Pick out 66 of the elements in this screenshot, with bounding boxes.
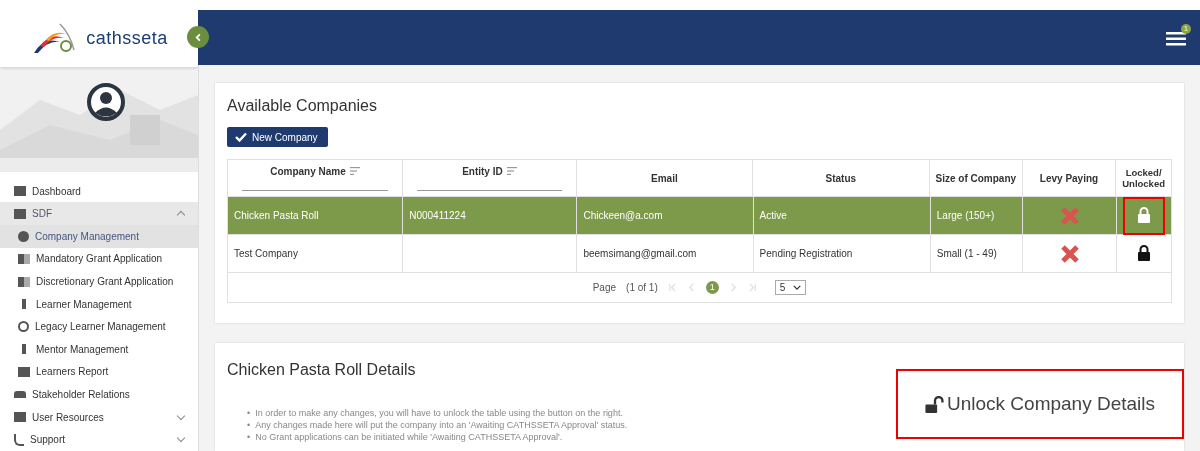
chevron-left-icon <box>193 32 203 42</box>
column-header: Company Name <box>228 160 403 196</box>
note-text: Any changes made here will put the company into an 'Awaiting CATHSSETA Approval' status. <box>255 419 628 431</box>
open-padlock-icon <box>925 395 945 413</box>
padlock-icon[interactable] <box>1137 244 1151 261</box>
menu-icon-glyph <box>18 276 30 287</box>
column-header: Entity ID <box>402 160 577 196</box>
table-row[interactable]: Test Company beemsimang@gmail.com Pending Registration Small (1 - 49) <box>228 235 1171 273</box>
table-cell: beemsimang@gmail.com <box>577 235 754 272</box>
filter-field[interactable] <box>242 188 388 191</box>
menu-icon-glyph <box>22 299 26 310</box>
column-header: Levy Paying <box>1022 160 1117 196</box>
table-cell: Pending Registration <box>753 235 931 272</box>
sort-icon[interactable] <box>349 167 360 175</box>
unlock-button[interactable]: Unlock Company Details <box>925 393 1155 415</box>
column-header: Email <box>576 160 753 196</box>
bullet: • <box>247 431 251 443</box>
menu-item[interactable]: SDF <box>0 202 198 226</box>
table-cell: Chicken Pasta Roll <box>228 197 404 234</box>
menu-icon-glyph <box>14 391 26 398</box>
card-title: Available Companies <box>227 97 378 115</box>
menu-item[interactable]: Company Management <box>0 225 198 248</box>
menu-item[interactable]: Legacy Learner Management <box>0 315 198 339</box>
table-cell: Test Company <box>228 235 404 272</box>
column-header: Locked/ Unlocked <box>1121 166 1166 191</box>
bullet: • <box>247 419 251 431</box>
menu-item[interactable]: User Resources <box>0 405 198 429</box>
note-text: In order to make any changes, you will have to unlock the table using the button on the right. <box>255 407 623 419</box>
menu-icon[interactable] <box>1166 32 1186 46</box>
logo-text: cathsseta <box>86 27 168 49</box>
new-company-button[interactable]: New Company <box>227 127 328 147</box>
filter-field[interactable] <box>417 188 562 191</box>
note-text: No Grant applications can be initiated while 'Awaiting CATHSSETA Approval'. <box>255 431 563 443</box>
menu-item[interactable]: Mandatory Grant Application <box>0 247 198 271</box>
menu-icon-glyph <box>14 208 26 219</box>
column-header: Status <box>752 160 930 196</box>
table-cell: N000411224 <box>403 197 578 234</box>
collapse-button[interactable] <box>187 26 209 48</box>
menu-item[interactable]: Support <box>0 428 198 451</box>
menu-icon-glyph <box>14 186 26 197</box>
column-header: Size of Company <box>929 160 1023 196</box>
table-cell: Active <box>753 197 931 234</box>
menu-icon-glyph <box>18 230 29 242</box>
page-size-select[interactable]: 5 <box>774 280 807 295</box>
caret-icon <box>793 285 802 290</box>
bullet: • <box>247 407 251 419</box>
card-title: Chicken Pasta Roll Details <box>227 361 417 379</box>
sort-icon[interactable] <box>506 167 517 175</box>
menu-item[interactable]: Discretionary Grant Application <box>0 270 198 293</box>
check-icon <box>235 132 247 142</box>
table-cell: Chickeen@a.com <box>577 197 754 234</box>
menu-icon-glyph <box>14 412 26 423</box>
menu-icon-glyph <box>18 321 29 333</box>
menu-item[interactable]: Stakeholder Relations <box>0 383 198 406</box>
menu-icon-glyph <box>14 433 24 446</box>
page-summary: (1 of 1) <box>626 282 658 293</box>
menu-icon-glyph <box>18 253 30 264</box>
page-label: Page <box>592 282 617 293</box>
menu-item[interactable]: Learner Management <box>0 292 198 316</box>
menu-item[interactable]: Mentor Management <box>0 338 198 361</box>
table-cell: Small (1 - 49) <box>930 235 1024 272</box>
table-cell: Large (150+) <box>930 197 1024 234</box>
menu-icon-glyph <box>18 366 30 377</box>
menu-item[interactable]: Dashboard <box>0 179 198 203</box>
menu-item[interactable]: Learners Report <box>0 360 198 384</box>
menu-icon-glyph <box>22 344 26 355</box>
